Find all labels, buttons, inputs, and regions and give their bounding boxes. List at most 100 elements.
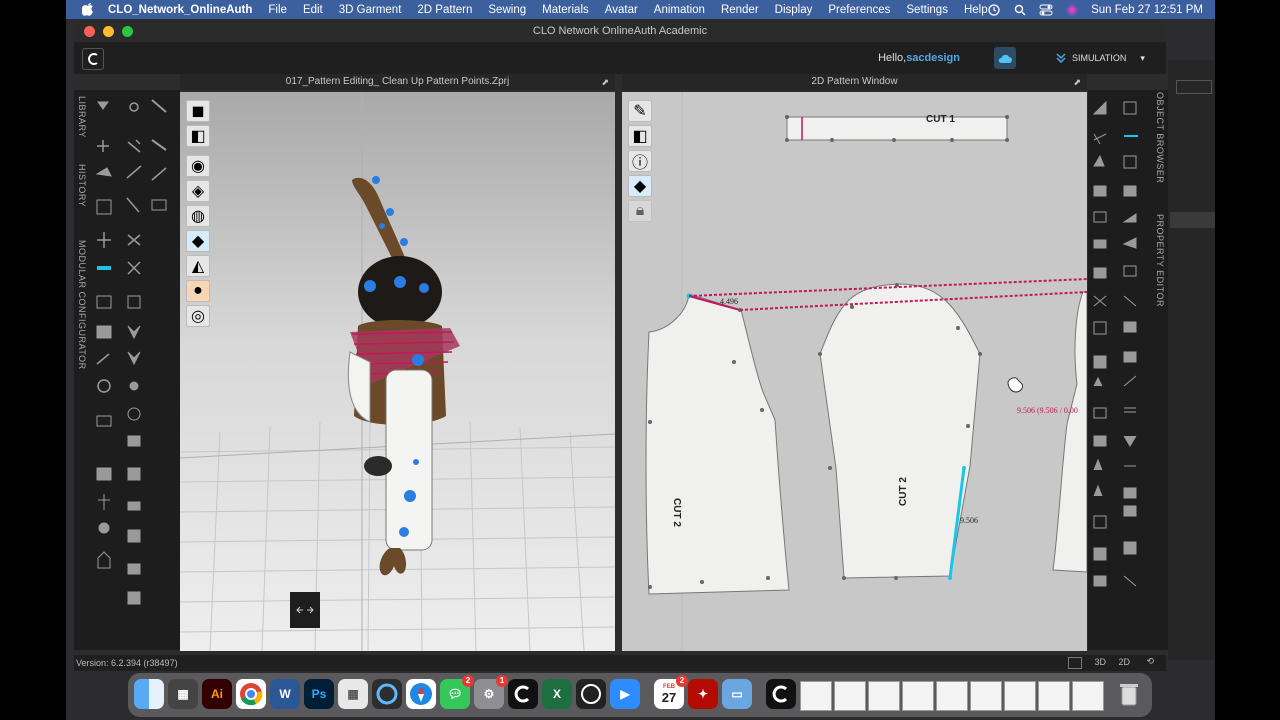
finder-icon[interactable] — [134, 679, 164, 709]
safari-icon[interactable] — [406, 679, 436, 709]
menu-edit[interactable]: Edit — [303, 4, 323, 16]
info-icon[interactable]: ⓘ — [628, 150, 652, 172]
display-garment-icon[interactable]: ◧ — [186, 125, 210, 147]
menu-2d-pattern[interactable]: 2D Pattern — [417, 4, 472, 16]
recent-document-thumbnail[interactable] — [800, 681, 832, 711]
3d-viewport-toolbar: ◼ ◧ ◉ ◈ ◍ ◆ ◭ ● ◎ — [186, 100, 210, 330]
system-preferences-icon[interactable]: ⚙︎ 1 — [474, 675, 508, 709]
obs-icon[interactable] — [576, 679, 606, 709]
status-bar: Version: 6.2.394 (r38497) 3D 2D ⟲ — [74, 655, 1166, 671]
menu-preferences[interactable]: Preferences — [828, 4, 890, 16]
launchpad-icon[interactable]: ▦ — [338, 679, 368, 709]
menu-avatar[interactable]: Avatar — [605, 4, 638, 16]
expand-2d-icon[interactable]: ⬈ — [1073, 74, 1081, 90]
view-2d-button[interactable]: 2D — [1118, 657, 1130, 667]
recent-document-thumbnail[interactable] — [936, 681, 968, 711]
menu-render[interactable]: Render — [721, 4, 759, 16]
3d-scene[interactable] — [180, 92, 615, 651]
3d-panel-header: 017_Pattern Editing_ Clean Up Pattern Po… — [180, 74, 615, 90]
tab-property-editor[interactable]: PROPERTY EDITOR — [1155, 214, 1165, 307]
letterbox-right — [1215, 0, 1280, 720]
3d-tool-icons[interactable] — [92, 90, 180, 610]
menubar-clock[interactable]: Sun Feb 27 12:51 PM — [1091, 4, 1203, 16]
chrome-icon[interactable] — [236, 679, 266, 709]
recent-document-thumbnail[interactable] — [868, 681, 900, 711]
photoshop-icon[interactable]: Ps — [304, 679, 334, 709]
simulation-mode-dropdown[interactable]: SIMULATION ▾ — [1056, 47, 1156, 69]
recent-document-thumbnail[interactable] — [1004, 681, 1036, 711]
menu-settings[interactable]: Settings — [906, 4, 948, 16]
version-label: Version: 6.2.394 (r38497) — [76, 658, 178, 668]
layout-toggle-icon[interactable] — [1068, 657, 1082, 669]
measure-label-a: 4.496 — [720, 297, 738, 306]
environment-icon[interactable]: ◎ — [186, 305, 210, 327]
username[interactable]: sacdesign — [906, 52, 960, 64]
dropdown-caret-icon: ▾ — [1140, 52, 1145, 63]
view-gizmo-icon[interactable] — [290, 592, 320, 628]
quicktime-icon[interactable] — [372, 679, 402, 709]
refresh-icon[interactable]: ⟲ — [1146, 656, 1154, 667]
messages-icon[interactable]: 💬︎ 2 — [440, 675, 474, 709]
acrobat-icon[interactable]: ✦ — [688, 679, 718, 709]
zoom-icon[interactable]: ▶︎ — [610, 679, 640, 709]
clo-app-icon[interactable] — [508, 679, 538, 709]
measure-label-c: 9.506 (9.506 / 0.00 — [1017, 406, 1078, 415]
clo-logo-icon[interactable] — [82, 48, 104, 70]
texture-icon[interactable]: ◭ — [186, 255, 210, 277]
menu-app-name[interactable]: CLO_Network_OnlineAuth — [108, 4, 252, 16]
menu-animation[interactable]: Animation — [654, 4, 705, 16]
avatar-arm-icon — [352, 177, 406, 266]
view-3d-button[interactable]: 3D — [1094, 657, 1106, 667]
recent-document-thumbnail[interactable] — [1038, 681, 1070, 711]
fabric-display-icon[interactable]: ◆ — [186, 230, 210, 252]
word-icon[interactable]: W — [270, 679, 300, 709]
tab-history[interactable]: HISTORY — [77, 164, 87, 207]
recent-document-thumbnail[interactable] — [970, 681, 1002, 711]
trash-icon[interactable] — [1114, 679, 1144, 709]
calculator-icon[interactable]: ▦ — [168, 679, 198, 709]
menu-help[interactable]: Help — [964, 4, 988, 16]
show-garment-icon[interactable]: ◈ — [186, 180, 210, 202]
3d-viewport[interactable]: ◼ ◧ ◉ ◈ ◍ ◆ ◭ ● ◎ — [180, 92, 615, 651]
excel-icon[interactable]: X — [542, 679, 572, 709]
messages-badge: 2 — [462, 675, 474, 687]
show-avatar-icon[interactable]: ◉ — [186, 155, 210, 177]
pattern-display-icon[interactable]: ✎ — [628, 100, 652, 122]
control-center-icon[interactable] — [1039, 3, 1053, 17]
2d-pattern-window[interactable]: 4.496 9.506 9.506 (9.506 / 0.00 CUT 1 CU… — [622, 92, 1087, 651]
menu-sewing[interactable]: Sewing — [488, 4, 526, 16]
spotlight-search-icon[interactable] — [1013, 3, 1027, 17]
avatar-display-icon[interactable]: ● — [186, 280, 210, 302]
close-window-button[interactable] — [84, 26, 95, 37]
recent-document-thumbnail[interactable] — [1072, 681, 1104, 711]
tab-library[interactable]: LIBRARY — [77, 96, 87, 138]
label-cut2-center: CUT 2 — [898, 477, 909, 506]
garment-display-icon[interactable]: ◧ — [628, 125, 652, 147]
menu-3d-garment[interactable]: 3D Garment — [339, 4, 402, 16]
2d-pattern-canvas[interactable]: 4.496 9.506 9.506 (9.506 / 0.00 CUT 1 CU… — [622, 92, 1087, 651]
illustrator-icon[interactable]: Ai — [202, 679, 232, 709]
menu-materials[interactable]: Materials — [542, 4, 589, 16]
clo-app-icon-2[interactable] — [766, 679, 796, 709]
tab-modular-configurator[interactable]: MODULAR CONFIGURATOR — [77, 240, 87, 370]
preview-icon[interactable]: ▭ — [722, 679, 752, 709]
menu-display[interactable]: Display — [775, 4, 813, 16]
minimize-window-button[interactable] — [103, 26, 114, 37]
time-machine-icon[interactable] — [987, 3, 1001, 17]
tab-object-browser[interactable]: OBJECT BROWSER — [1155, 92, 1165, 183]
2d-tool-icons[interactable] — [1088, 90, 1152, 610]
show-body-icon[interactable]: ◍ — [186, 205, 210, 227]
zoom-window-button[interactable] — [122, 26, 133, 37]
recent-document-thumbnail[interactable] — [834, 681, 866, 711]
fabric-display-2d-icon[interactable]: ◆ — [628, 175, 652, 197]
recent-document-thumbnail[interactable] — [902, 681, 934, 711]
expand-3d-icon[interactable]: ⬈ — [601, 74, 609, 90]
menu-file[interactable]: File — [268, 4, 287, 16]
display-avatar-icon[interactable]: ◼ — [186, 100, 210, 122]
apple-icon[interactable] — [80, 3, 94, 17]
siri-icon[interactable] — [1065, 3, 1079, 17]
cloud-icon[interactable] — [994, 47, 1016, 69]
calendar-icon[interactable]: FEB 27 2 — [654, 675, 688, 709]
side-control[interactable] — [1176, 80, 1212, 94]
lock-icon[interactable]: 🔒︎ — [628, 200, 652, 222]
